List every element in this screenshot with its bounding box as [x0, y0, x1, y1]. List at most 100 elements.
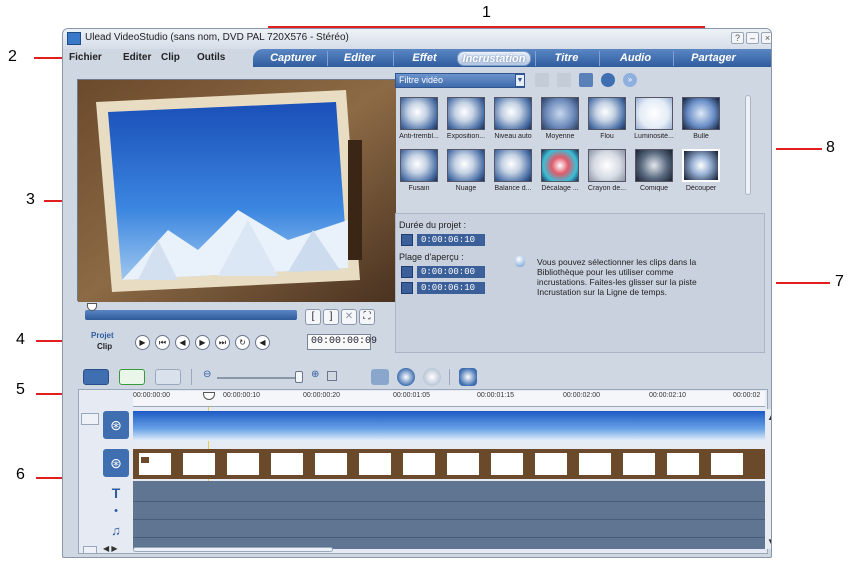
menu-outils[interactable]: Outils: [197, 52, 225, 63]
scroll-left-icon[interactable]: ◀ ▶: [103, 544, 118, 553]
repeat-icon[interactable]: ↻: [235, 335, 250, 350]
filter-thumb[interactable]: [447, 97, 485, 130]
undo-icon[interactable]: [397, 368, 415, 386]
redo-icon[interactable]: [423, 368, 441, 386]
reset-icon[interactable]: [601, 73, 615, 87]
filter-thumb[interactable]: [494, 97, 532, 130]
callout-5: 5: [16, 381, 25, 398]
video-clip-frames[interactable]: [133, 411, 765, 441]
callout-1: 1: [482, 4, 491, 21]
enlarge-preview-icon[interactable]: ⛶: [359, 309, 375, 325]
music-track-icon: ♫: [111, 523, 121, 538]
insert-media-icon[interactable]: [371, 369, 389, 385]
track-manager-icon[interactable]: [81, 413, 99, 425]
preview-range-end[interactable]: 0:00:06:10: [417, 282, 485, 294]
storyboard-view-icon[interactable]: [83, 369, 109, 385]
filter-label: Décalage ...: [541, 185, 579, 192]
filter-thumb[interactable]: [635, 97, 673, 130]
overlay-clip-frames[interactable]: [133, 449, 765, 479]
tab-editer[interactable]: Editer: [327, 51, 391, 66]
filter-thumb[interactable]: [682, 97, 720, 130]
project-duration-label: Durée du projet :: [399, 220, 467, 230]
open-folder-icon[interactable]: [535, 73, 549, 87]
previous-frame-icon[interactable]: ◀: [175, 335, 190, 350]
preview-range-start[interactable]: 0:00:00:00: [417, 266, 485, 278]
mark-in-button[interactable]: [: [305, 309, 321, 325]
end-icon[interactable]: ⏭: [215, 335, 230, 350]
filter-thumb[interactable]: [635, 149, 673, 182]
timeline-view-icon[interactable]: [119, 369, 145, 385]
filter-thumb[interactable]: [447, 149, 485, 182]
timeline-options-icon[interactable]: [83, 546, 97, 554]
volume-icon[interactable]: ◀: [255, 335, 270, 350]
cut-clip-icon[interactable]: ✕: [341, 309, 357, 325]
filter-thumb[interactable]: [400, 149, 438, 182]
library-view-icon[interactable]: [579, 73, 593, 87]
smart-proxy-icon[interactable]: [459, 368, 477, 386]
filter-thumb[interactable]: [494, 149, 532, 182]
filter-thumb[interactable]: [541, 97, 579, 130]
filter-label: Découper: [685, 185, 717, 192]
close-button[interactable]: ×: [761, 32, 771, 44]
next-frame-icon[interactable]: ▶: [195, 335, 210, 350]
fit-project-icon[interactable]: [327, 371, 337, 381]
menu-fichier[interactable]: Fichier: [69, 52, 102, 63]
overlay-track[interactable]: [133, 449, 765, 479]
ruler-label: 00:00:01:15: [477, 392, 514, 399]
tab-capturer[interactable]: Capturer: [261, 51, 325, 66]
filter-label: Luminosité...: [634, 133, 674, 140]
tab-titre[interactable]: Titre: [535, 51, 597, 66]
callout-4: 4: [16, 331, 25, 348]
timecode-field[interactable]: 00:00:00:09: [307, 334, 377, 350]
tab-effet[interactable]: Effet: [393, 51, 455, 66]
tab-incrustation[interactable]: Incrustation: [457, 51, 531, 66]
range-start-icon[interactable]: [401, 266, 413, 278]
mark-out-button[interactable]: ]: [323, 309, 339, 325]
callout-8: 8: [826, 139, 835, 156]
filter-label: Anti-trembl...: [399, 133, 439, 140]
zoom-slider[interactable]: [217, 377, 303, 379]
scroll-down-icon[interactable]: ▼: [767, 537, 771, 546]
menu-editer[interactable]: Editer: [123, 52, 151, 63]
timeline-horizontal-scrollbar[interactable]: [133, 547, 333, 552]
mode-project-label[interactable]: Projet: [91, 331, 114, 340]
filter-thumb[interactable]: [682, 149, 720, 182]
options-icon[interactable]: [557, 73, 571, 87]
empty-tracks[interactable]: [133, 481, 765, 549]
play-icon[interactable]: ▶: [135, 335, 150, 350]
overlay-track-icon: ⊛: [103, 449, 129, 477]
timeline-vertical-scrollbar[interactable]: [767, 409, 771, 549]
filter-thumb[interactable]: [541, 149, 579, 182]
home-icon[interactable]: ⏮: [155, 335, 170, 350]
minimize-button[interactable]: –: [746, 32, 759, 44]
ruler-label: 00:00:00:00: [133, 392, 170, 399]
callout-2: 2: [8, 48, 17, 65]
expand-icon[interactable]: »: [623, 73, 637, 87]
zoom-slider-handle[interactable]: [295, 371, 303, 383]
zoom-in-icon[interactable]: ⊕: [311, 369, 319, 380]
video-track[interactable]: [133, 411, 765, 441]
library-scrollbar[interactable]: [745, 95, 751, 195]
zoom-out-icon[interactable]: ⊖: [203, 369, 211, 380]
menu-clip[interactable]: Clip: [161, 52, 180, 63]
range-end-icon[interactable]: [401, 282, 413, 294]
tab-partager[interactable]: Partager: [673, 51, 753, 66]
help-button[interactable]: ?: [731, 32, 744, 44]
ruler-label: 00:00:02:00: [563, 392, 600, 399]
ruler-label: 00:00:02: [733, 392, 761, 399]
toolbar-divider: [449, 369, 450, 385]
preview-scrubber[interactable]: [85, 310, 297, 320]
filter-thumb[interactable]: [400, 97, 438, 130]
library-filter-select[interactable]: Filtre vidéo: [395, 73, 525, 88]
tab-audio[interactable]: Audio: [599, 51, 671, 66]
filter-thumb[interactable]: [588, 97, 626, 130]
scroll-up-icon[interactable]: ▲: [767, 413, 771, 422]
title-bar: Ulead VideoStudio (sans nom, DVD PAL 720…: [63, 29, 771, 49]
mode-clip-label[interactable]: Clip: [97, 342, 112, 351]
chevron-down-icon[interactable]: ▼: [515, 74, 525, 87]
preview-window: [77, 79, 396, 302]
voice-track-icon: •: [114, 505, 118, 517]
filter-thumb[interactable]: [588, 149, 626, 182]
audio-view-icon[interactable]: [155, 369, 181, 385]
ruler-label: 00:00:00:20: [303, 392, 340, 399]
